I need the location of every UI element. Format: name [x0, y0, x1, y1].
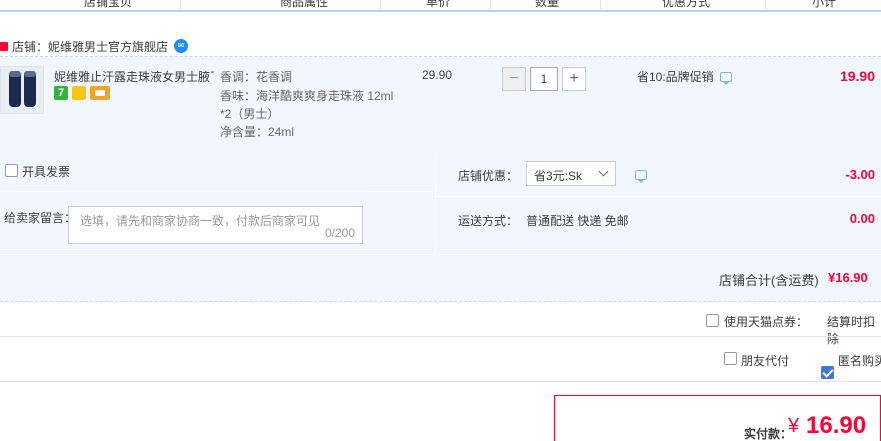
tmall-points-note: 结算时扣除 — [827, 315, 876, 346]
chevron-down-icon — [598, 166, 609, 177]
payment-amount: 16.90 — [806, 412, 867, 439]
quantity-input[interactable]: 1 — [530, 67, 558, 91]
attr-pack: *2（男士） — [220, 107, 280, 121]
bottle-cap — [24, 71, 36, 77]
panel-divider — [0, 191, 435, 192]
product-title[interactable]: 妮维雅止汗露走珠液女男士腋下... — [54, 68, 214, 85]
increase-quantity-button[interactable]: + — [562, 67, 586, 91]
col-divider — [180, 0, 181, 10]
discount-info-icon[interactable] — [635, 170, 647, 183]
currency-symbol: ¥ — [788, 415, 800, 437]
panel-divider — [435, 150, 436, 254]
shipping-label: 运送方式： — [458, 214, 519, 228]
seller-note-textarea[interactable]: 选填，请先和商家协商一致，付款后商家可见 0/200 — [68, 206, 363, 244]
col-price: 单价 — [426, 0, 451, 9]
panel-divider — [436, 196, 881, 197]
invoice-checkbox[interactable] — [5, 164, 18, 177]
decrease-quantity-button[interactable]: − — [502, 67, 526, 91]
friend-pay-checkbox[interactable] — [724, 352, 737, 365]
note-placeholder: 选填，请先和商家协商一致，付款后商家可见 — [80, 214, 321, 228]
column-header-bar: 店铺宝贝 商品属性 单价 数量 优惠方式 小计 — [0, 0, 881, 12]
anonymous-label[interactable]: 匿名购买 — [838, 352, 881, 369]
quantity-stepper: − 1 + — [502, 67, 586, 93]
shop-total-value: ¥16.90 — [828, 270, 868, 285]
seven-day-return-icon[interactable]: 7 — [54, 86, 68, 100]
col-subtotal: 小计 — [812, 0, 837, 9]
product-thumbnail[interactable] — [0, 66, 44, 114]
divider — [0, 381, 881, 382]
promo-info: 省10:品牌促销 — [637, 68, 732, 85]
divider — [0, 336, 881, 337]
shipping-method: 普通配送 快递 免邮 — [526, 214, 629, 228]
col-attrs: 商品属性 — [280, 0, 329, 9]
tmall-points-checkbox[interactable] — [706, 314, 719, 327]
attr-volume: 净含量：24ml — [220, 125, 295, 139]
shop-discount-select[interactable]: 省3元:Sk — [526, 161, 616, 186]
anonymous-checkbox[interactable] — [821, 366, 834, 379]
shop-row: 店铺：妮维雅男士官方旗舰店 ✉ — [0, 36, 189, 56]
col-divider — [765, 0, 766, 10]
credit-card-icon[interactable] — [90, 86, 110, 100]
shop-total-label: 店铺合计(含运费) — [719, 273, 819, 288]
friend-pay-label[interactable]: 朋友代付 — [741, 352, 789, 369]
promo-text: 省10:品牌促销 — [637, 70, 714, 84]
shop-icon — [0, 41, 8, 51]
attr-fragrance-type: 香调：花香调 — [220, 70, 293, 84]
invoice-label[interactable]: 开具发票 — [22, 163, 70, 180]
shop-name[interactable]: 店铺：妮维雅男士官方旗舰店 — [12, 38, 168, 55]
tmall-points-label[interactable]: 使用天猫点券： — [724, 313, 808, 330]
tmall-guarantee-icon[interactable] — [72, 86, 86, 100]
col-divider — [490, 0, 491, 10]
item-subtotal: 19.90 — [839, 68, 875, 84]
col-qty: 数量 — [535, 0, 560, 9]
col-divider — [380, 0, 381, 10]
col-promo: 优惠方式 — [662, 0, 711, 9]
col-divider — [600, 0, 601, 10]
payment-label: 实付款： — [744, 427, 793, 441]
shop-discount-label: 店铺优惠： — [458, 169, 519, 183]
shop-discount-selected: 省3元:Sk — [534, 169, 583, 183]
note-label: 给卖家留言： — [4, 211, 77, 225]
col-shop-item: 店铺宝贝 — [84, 0, 133, 9]
bottle-cap — [9, 71, 21, 77]
unit-price: 29.90 — [422, 68, 453, 82]
shipping-fee: 0.00 — [849, 211, 875, 226]
promo-detail-icon[interactable] — [719, 71, 732, 85]
note-char-count: 0/200 — [324, 226, 355, 240]
attr-scent: 香味：海洋酷爽爽身走珠液 12ml — [220, 89, 394, 103]
shop-discount-value: -3.00 — [845, 167, 875, 182]
wangwang-chat-icon[interactable]: ✉ — [174, 39, 189, 53]
